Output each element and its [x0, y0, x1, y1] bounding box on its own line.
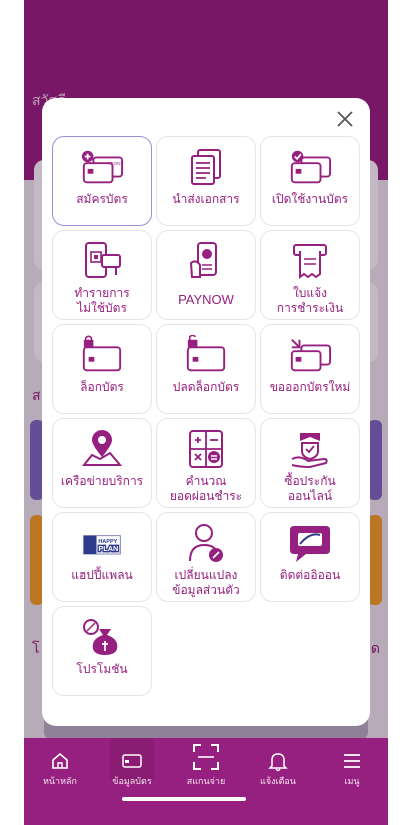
add-card-icon: ÆON	[81, 150, 124, 184]
lock-card-icon	[82, 335, 122, 372]
nav-menu[interactable]: เมนู	[316, 738, 388, 788]
paynow-icon	[189, 242, 217, 278]
nav-home[interactable]: หน้าหลัก	[24, 738, 96, 788]
close-icon	[337, 111, 353, 127]
documents-icon	[191, 149, 221, 185]
nav-label: หน้าหลัก	[42, 777, 78, 787]
tile-installment-calculator[interactable]: คำนวณ ยอดผ่อนชำระ	[156, 418, 256, 508]
tile-submit-documents[interactable]: นำส่งเอกสาร	[156, 136, 256, 226]
card-brand-text: ÆON	[109, 161, 121, 167]
unlock-card-icon	[186, 335, 226, 372]
tile-label: แฮปปี้แพลน	[71, 568, 133, 582]
insurance-icon	[291, 433, 328, 469]
tile-label: ขอออกบัตรใหม่	[269, 380, 351, 394]
tile-label: ติดต่ออิออน	[279, 568, 341, 582]
menu-icon	[344, 754, 360, 768]
tile-paynow[interactable]: PAYNOW	[156, 230, 256, 320]
tile-service-network[interactable]: เครือข่ายบริการ	[52, 418, 152, 508]
tile-label: ซื้อประกัน ออนไลน์	[284, 474, 336, 503]
nav-notifications[interactable]: แจ้งเตือน	[242, 738, 314, 788]
service-menu-modal: ÆON สมัครบัตร นำส่งเอกสาร เปิดใช้งานบัตร…	[42, 98, 370, 726]
service-grid: ÆON สมัครบัตร นำส่งเอกสาร เปิดใช้งานบัตร…	[52, 136, 360, 696]
map-pin-icon	[81, 430, 123, 466]
tile-apply-card[interactable]: ÆON สมัครบัตร	[52, 136, 152, 226]
tile-label: นำส่งเอกสาร	[172, 192, 240, 206]
tile-label: ปลดล็อกบัตร	[172, 380, 240, 394]
new-card-icon	[290, 339, 332, 372]
tile-unlock-card[interactable]: ปลดล็อกบัตร	[156, 324, 256, 414]
tile-label: ใบแจ้ง การชำระเงิน	[276, 286, 344, 315]
tile-label: ทำรายการ ไม่ใช้บัตร	[74, 286, 130, 315]
nav-label: ข้อมูลบัตร	[112, 777, 152, 787]
activate-card-icon	[290, 150, 332, 184]
home-icon	[52, 752, 68, 769]
tile-label: โปรโมชัน	[76, 662, 128, 676]
card-icon	[122, 754, 142, 768]
edit-user-icon	[189, 524, 223, 562]
tile-label: ล็อกบัตร	[80, 380, 124, 394]
tile-edit-profile[interactable]: เปลี่ยนแปลง ข้อมูลส่วนตัว	[156, 512, 256, 602]
happy-plan-icon: HAPPY PLAN	[83, 535, 121, 555]
nav-label: แจ้งเตือน	[260, 777, 296, 787]
close-button[interactable]	[334, 108, 356, 130]
receipt-icon	[293, 244, 327, 279]
home-indicator	[122, 797, 246, 801]
nav-label: สแกนจ่าย	[186, 777, 226, 787]
tile-promotion[interactable]: โปรโมชัน	[52, 606, 152, 696]
scan-icon	[193, 744, 219, 770]
app-screen: สวัสดี ส โ ด	[24, 0, 388, 825]
tile-payment-slip[interactable]: ใบแจ้ง การชำระเงิน	[260, 230, 360, 320]
tile-label: PAYNOW	[178, 292, 234, 307]
nav-label: เมนู	[344, 777, 360, 787]
chat-icon	[290, 526, 330, 562]
bottom-navbar: หน้าหลัก ข้อมูลบัตร สแกนจ่าย แจ้งเตือน เ…	[24, 738, 388, 825]
tile-label: เปลี่ยนแปลง ข้อมูลส่วนตัว	[172, 568, 240, 597]
tile-contact-aeon[interactable]: ติดต่ออิออน	[260, 512, 360, 602]
phone-qr-icon	[85, 242, 121, 278]
tile-happy-plan[interactable]: HAPPY PLAN แฮปปี้แพลน	[52, 512, 152, 602]
calculator-icon	[189, 430, 223, 468]
tile-label: คำนวณ ยอดผ่อนชำระ	[169, 474, 243, 503]
tile-request-new-card[interactable]: ขอออกบัตรใหม่	[260, 324, 360, 414]
tile-lock-card[interactable]: ล็อกบัตร	[52, 324, 152, 414]
promotion-icon	[83, 619, 118, 655]
tile-online-insurance[interactable]: ซื้อประกัน ออนไลน์	[260, 418, 360, 508]
bell-icon	[268, 753, 288, 772]
nav-card-info[interactable]: ข้อมูลบัตร	[96, 738, 168, 788]
plan-badge-text: PLAN	[98, 544, 118, 553]
tile-label: เปิดใช้งานบัตร	[271, 192, 349, 206]
tile-activate-card[interactable]: เปิดใช้งานบัตร	[260, 136, 360, 226]
tile-cardless-transaction[interactable]: ทำรายการ ไม่ใช้บัตร	[52, 230, 152, 320]
tile-label: เครือข่ายบริการ	[60, 474, 144, 488]
nav-scan-pay[interactable]: สแกนจ่าย	[170, 738, 242, 788]
tile-label: สมัครบัตร	[76, 192, 128, 206]
